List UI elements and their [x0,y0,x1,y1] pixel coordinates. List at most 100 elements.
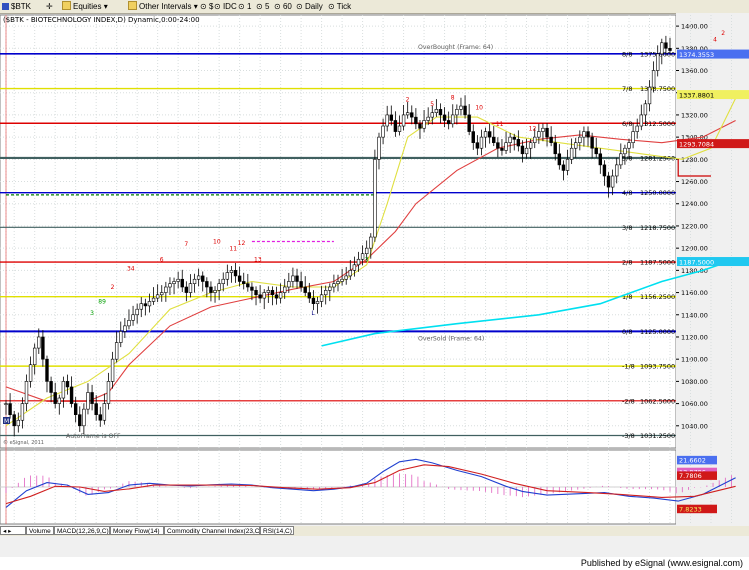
last-price-value: 1293.7084 [679,141,714,149]
candle-body [266,290,271,293]
candle-body [12,414,16,427]
candle-body [467,114,471,132]
candle-body [168,283,172,288]
interval-5-button[interactable]: ⊙ 5 [256,1,269,12]
sequence-count-label: 11 [496,121,504,128]
candle-body [131,314,135,321]
candle-body [192,278,197,284]
price-pane [0,14,677,449]
candle-body [291,275,295,282]
sequence-count-label: 6 [160,256,164,263]
candle-body [455,109,459,116]
y-tick-label: 1400.00 [681,23,708,31]
candle-body [221,278,225,284]
tab-rsi[interactable]: RSI(14,C) [260,526,294,535]
candle-body [270,290,275,296]
sequence-count-label: 2 [721,30,725,37]
murrey-price: 1156.2500 [640,293,675,301]
candle-body [602,164,607,177]
equities-dropdown[interactable]: Equities ▾ [62,1,108,12]
sequence-count-label: 2 [111,284,115,291]
candle-body [487,131,492,138]
y-tick-label: 1280.00 [681,156,708,164]
candle-body [619,153,623,166]
candle-body [217,283,221,291]
sequence-count-label: 3 [365,256,369,263]
candle-body [381,125,385,138]
study-tab-bar: ◂ ▸ Volume MACD(12,26,9,C) Money Flow(14… [0,526,749,536]
interval-60-button[interactable]: ⊙ 60 [274,1,292,12]
murrey-label: 8/8 [622,50,632,58]
murrey-label: 0/8 [622,328,632,336]
candle-body [151,297,156,302]
candle-body [86,392,90,410]
publisher-credit: Published by eSignal (www.esignal.com) [580,558,743,568]
candle-body [533,136,537,143]
candle-body [274,294,279,299]
candle-body [16,419,20,427]
interval-daily-button[interactable]: ⊙ Daily [296,1,323,12]
candle-body [303,286,307,293]
candle-body [664,42,668,49]
interval-idc-button[interactable]: ⊙ IDC [214,1,237,12]
candle-body [82,408,86,427]
candle-body [647,86,652,105]
sequence-count-label: 7 [184,241,188,248]
murrey-label: 7/8 [622,85,632,93]
sequence-count-label: 13 [254,256,262,263]
candle-body [283,286,287,293]
candle-body [32,347,37,366]
candle-body [651,70,656,88]
candle-body [610,175,615,188]
candle-body [520,145,525,155]
candle-body [37,336,41,349]
symbol-field[interactable]: $BTK [2,1,31,12]
chart-header: ($BTK - BIOTECHNOLOGY INDEX,D) Dynamic,0… [3,16,200,24]
interval-tick-button[interactable]: ⊙ Tick [328,1,351,12]
candle-body [262,292,266,299]
tab-volume[interactable]: Volume [26,526,54,535]
candle-body [324,290,328,296]
interval-dollar-button[interactable]: ⊙ $ [200,1,213,12]
candle-body [410,112,414,118]
candle-body [242,281,246,284]
macd-value-text: 7.7806 [679,472,702,480]
candle-body [459,105,463,110]
murrey-price: 1093.7500 [640,363,675,371]
candle-body [135,308,139,316]
candle-body [373,159,377,238]
candle-body [422,120,426,129]
candle-body [639,114,644,127]
candle-body [356,258,361,266]
y-tick-label: 1360.00 [681,67,708,75]
candle-body [364,247,369,255]
sequence-count-label: 4 [713,37,717,44]
y-tick-label: 1120.00 [681,333,708,341]
candle-body [553,142,557,155]
candle-body [295,275,299,282]
candle-body [184,286,189,293]
sequence-count-label: 89 [98,299,106,306]
tab-arrows[interactable]: ◂ ▸ [0,526,26,535]
candle-body [377,136,381,160]
tab-cci[interactable]: Commodity Channel Index(23,C) [164,526,260,535]
crosshair-icon[interactable]: ✛ [46,1,53,12]
tab-money-flow[interactable]: Money Flow(14) [110,526,164,535]
chart-area[interactable]: 1040.00 1060.00 1080.00 1100.00 1120.00 1140.… [0,13,749,526]
candle-body [69,386,74,404]
candle-body [389,114,393,121]
candle-body [53,392,57,404]
sequence-count-label: 11 [229,245,237,252]
interval-1-button[interactable]: ⊙ 1 [238,1,251,12]
candle-body [299,281,303,288]
candle-body [594,147,598,155]
candle-body [360,253,365,260]
other-intervals-dropdown[interactable]: Other Intervals ▾ [128,1,198,12]
candle-body [430,112,434,118]
tab-macd[interactable]: MACD(12,26,9,C) [54,526,110,535]
toolbar: $BTK ✛ Equities ▾ Other Intervals ▾ ⊙ $ … [0,0,749,14]
murrey-price: 1031.2500 [640,432,675,440]
last-price-value: 1187.5000 [679,259,714,267]
candle-body [631,131,635,143]
sequence-count-label: 8 [451,94,455,101]
